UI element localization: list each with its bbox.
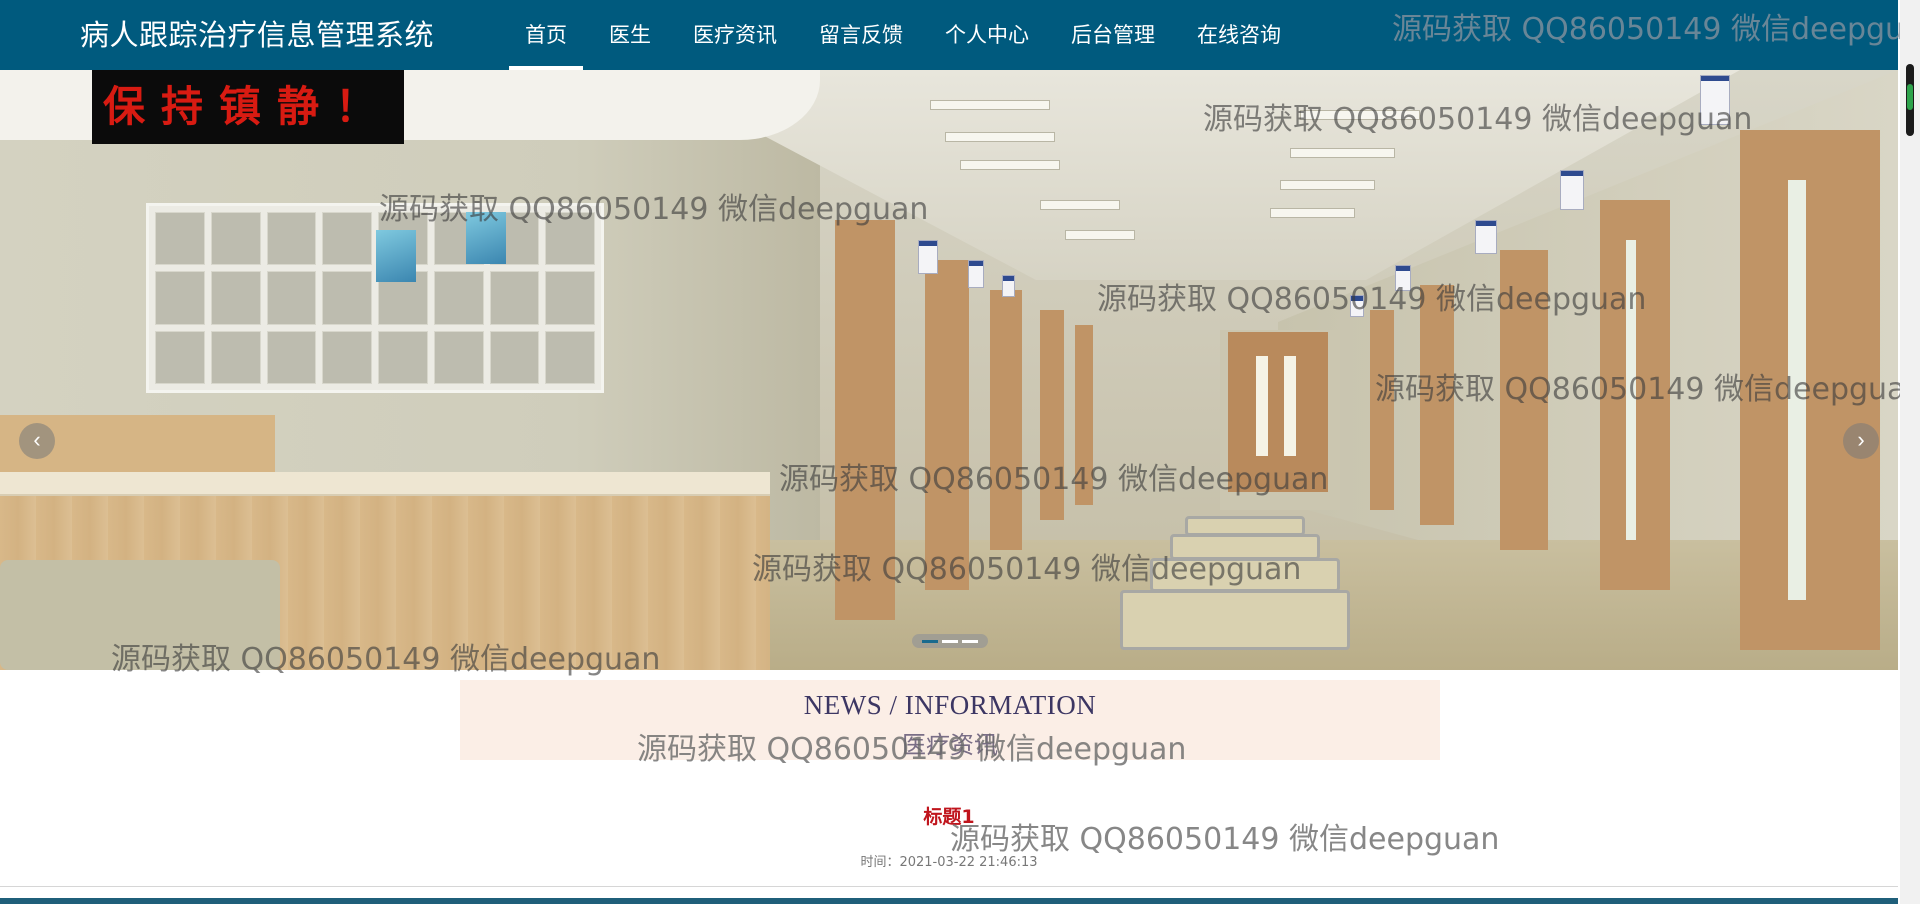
corridor-door (835, 220, 895, 620)
shelf-cubby (378, 330, 428, 384)
door-glass (1626, 240, 1636, 540)
shelf-cubby (210, 271, 261, 325)
news-section-header: NEWS / INFORMATION 医疗资讯 (460, 680, 1440, 760)
waiting-bench (1150, 558, 1340, 592)
section-divider (0, 886, 1898, 887)
page-scrollbar[interactable] (1900, 0, 1920, 904)
room-sign (968, 260, 984, 288)
room-sign (1560, 170, 1584, 210)
shelf-row (155, 271, 595, 325)
corridor-door (925, 260, 969, 590)
ceiling-light (960, 160, 1060, 170)
room-sign (1002, 275, 1015, 297)
waiting-bench (1170, 534, 1320, 560)
ceiling-light (945, 132, 1055, 142)
brochure (376, 230, 416, 282)
ceiling-light (1270, 208, 1355, 218)
nav-item-feedback[interactable]: 留言反馈 (798, 0, 924, 70)
corridor-door (1075, 325, 1093, 505)
shelf-cubby (155, 330, 205, 384)
nav-item-home[interactable]: 首页 (504, 0, 588, 70)
carousel-dot[interactable] (942, 639, 958, 643)
news-item-time: 时间：2021-03-22 21:46:13 (860, 855, 1038, 870)
main-nav: 首页 医生 医疗资讯 留言反馈 个人中心 后台管理 在线咨询 (504, 0, 1302, 70)
shelf-cubby (210, 330, 261, 384)
room-sign (1475, 220, 1497, 254)
room-sign (918, 240, 938, 274)
shelf-cubby (210, 212, 261, 266)
shelf-cubby (155, 212, 205, 266)
nav-item-personal-center[interactable]: 个人中心 (924, 0, 1050, 70)
ceiling-light (1300, 110, 1420, 120)
bottom-strip (0, 898, 1898, 904)
ceiling-light (1065, 230, 1135, 240)
ceiling-light (1290, 148, 1395, 158)
news-header-cn: 医疗资讯 (902, 731, 998, 759)
room-sign (1395, 265, 1411, 291)
waiting-bench (1185, 516, 1305, 536)
shelf-cubby (322, 271, 372, 325)
ceiling-light (1280, 180, 1375, 190)
brochure (466, 212, 506, 264)
shelf-row (155, 212, 595, 266)
shelf-cubby (433, 271, 484, 325)
brochure-shelf (146, 203, 604, 393)
hero-carousel[interactable]: 保持镇静！ ‹ › (0, 70, 1898, 670)
shelf-row (155, 330, 595, 384)
chevron-right-icon: › (1857, 427, 1865, 452)
shelf-cubby (489, 330, 540, 384)
site-title[interactable]: 病人跟踪治疗信息管理系统 (80, 0, 434, 70)
shelf-cubby (266, 271, 317, 325)
nav-item-doctors[interactable]: 医生 (588, 0, 672, 70)
news-item-title[interactable]: 标题1 (0, 802, 1898, 829)
corridor-door (1500, 250, 1548, 550)
corridor-door (1420, 285, 1454, 525)
corridor-door (1740, 130, 1880, 650)
news-item-title-text[interactable]: 标题1 (923, 806, 974, 828)
ceiling-light (930, 100, 1050, 110)
shelf-cubby (545, 330, 595, 384)
ceiling-light (1040, 200, 1120, 210)
door-window (1256, 356, 1268, 456)
nav-item-admin[interactable]: 后台管理 (1050, 0, 1176, 70)
carousel-dot[interactable] (922, 639, 938, 643)
waiting-bench (1120, 590, 1350, 650)
nav-item-online-consult[interactable]: 在线咨询 (1176, 0, 1302, 70)
carousel-prev-button[interactable]: ‹ (19, 423, 55, 459)
scrollbar-thumb[interactable] (1906, 64, 1914, 136)
carousel-indicators (912, 634, 988, 648)
corridor-end-door (1228, 332, 1328, 492)
room-sign (1350, 295, 1364, 317)
shelf-cubby (322, 330, 372, 384)
shelf-cubby (266, 330, 317, 384)
corridor-door (1370, 310, 1394, 510)
waiting-chairs (0, 560, 280, 670)
shelf-cubby (266, 212, 317, 266)
room-sign (1700, 75, 1730, 125)
carousel-dot[interactable] (962, 639, 978, 643)
door-glass (1788, 180, 1806, 600)
top-navbar: 病人跟踪治疗信息管理系统 首页 医生 医疗资讯 留言反馈 个人中心 后台管理 在… (0, 0, 1898, 70)
shelf-cubby (322, 212, 372, 266)
shelf-cubby (155, 271, 205, 325)
door-window (1284, 356, 1296, 456)
shelf-cubby (545, 271, 595, 325)
shelf-cubby (545, 212, 595, 266)
shelf-cubby (489, 271, 540, 325)
nav-item-medical-news[interactable]: 医疗资讯 (672, 0, 798, 70)
reception-counter-top (0, 472, 770, 496)
corridor-door (1040, 310, 1064, 520)
shelf-cubby (433, 330, 484, 384)
chevron-left-icon: ‹ (33, 427, 41, 452)
corridor-door (990, 290, 1022, 550)
led-sign: 保持镇静！ (92, 70, 404, 144)
news-header-en: NEWS / INFORMATION (803, 690, 1097, 720)
carousel-next-button[interactable]: › (1843, 423, 1879, 459)
